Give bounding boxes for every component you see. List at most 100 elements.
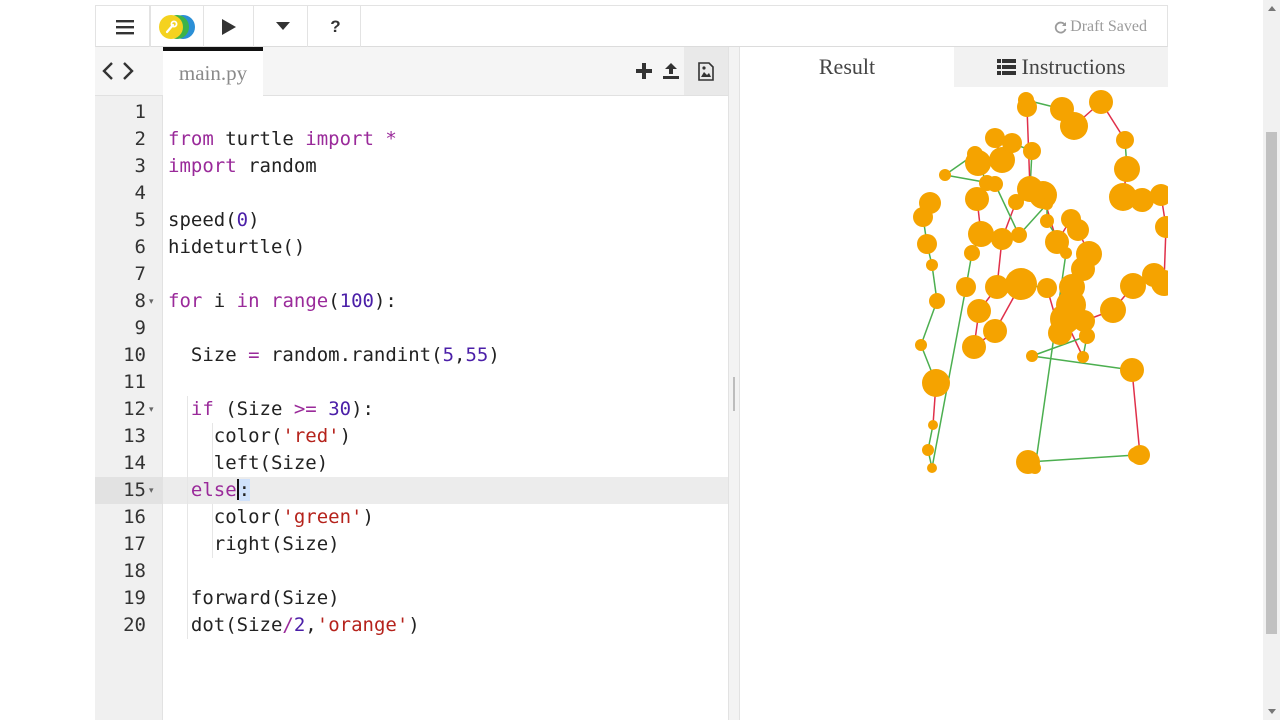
fold-arrow-icon[interactable]: ▾ (149, 288, 159, 315)
turtle-dot (1077, 351, 1089, 363)
turtle-dot (968, 221, 994, 247)
caret-down-icon (275, 22, 290, 30)
code-line[interactable]: else: (163, 477, 728, 504)
turtle-line (1131, 369, 1141, 456)
code-line[interactable]: if (Size >= 30): (163, 396, 728, 423)
code-line[interactable]: color('green') (163, 504, 728, 531)
scroll-down-arrow[interactable] (1263, 703, 1280, 720)
menu-button[interactable] (100, 6, 150, 47)
code-line[interactable]: import random (163, 153, 728, 180)
result-pane: Result Instructions (740, 47, 1168, 720)
turtle-dot (1128, 447, 1144, 463)
turtle-dot (929, 293, 945, 309)
upload-icon (662, 63, 679, 79)
turtle-dot (1005, 268, 1037, 300)
trinket-logo-button[interactable] (150, 6, 204, 47)
code-line[interactable]: from turtle import * (163, 126, 728, 153)
turtle-dot (915, 339, 927, 351)
turtle-dot (1002, 133, 1022, 153)
draft-status: Draft Saved (1054, 18, 1147, 36)
fold-arrow-icon[interactable]: ▾ (149, 477, 159, 504)
code-line[interactable]: speed(0) (163, 207, 728, 234)
chevron-left-icon[interactable] (101, 61, 115, 81)
trinket-app: ? Draft Saved main.py 1 2 3 4 5 6 7 8 ▾ … (95, 5, 1168, 720)
code-line[interactable] (163, 99, 728, 126)
code-line[interactable] (163, 315, 728, 342)
code-line[interactable]: hideturtle() (163, 234, 728, 261)
turtle-dot (985, 275, 1009, 299)
refresh-icon (1054, 21, 1067, 33)
turtle-dot (1130, 188, 1154, 212)
indent-guide (212, 504, 213, 558)
page-scrollbar[interactable] (1263, 0, 1280, 720)
code-area[interactable]: from turtle import * import random speed(0… (163, 96, 728, 720)
turtle-dot (928, 420, 938, 430)
turtle-dot (1100, 297, 1126, 323)
line-number: 19 (123, 587, 146, 609)
code-line[interactable]: for i in range(100): (163, 288, 728, 315)
indent-guide (187, 396, 188, 639)
scroll-up-arrow[interactable] (1263, 0, 1280, 17)
turtle-dot (1060, 112, 1088, 140)
turtle-line (1027, 454, 1137, 463)
run-button[interactable] (204, 6, 254, 47)
tab-result-label: Result (818, 54, 876, 79)
code-line[interactable]: forward(Size) (163, 585, 728, 612)
turtle-dot (1120, 273, 1146, 299)
turtle-dot (1050, 304, 1080, 334)
turtle-dot (1023, 142, 1041, 160)
add-image-button[interactable] (684, 47, 728, 95)
scrollbar-thumb[interactable] (1266, 132, 1277, 634)
help-icon: ? (330, 16, 341, 36)
file-tab-main[interactable]: main.py (163, 47, 263, 96)
line-number-gutter: 1 2 3 4 5 6 7 8 ▾ 9 10 11 12 ▾ 13 14 15 ▾ 16 17 18 19 20 (95, 96, 163, 720)
tab-result[interactable]: Result (740, 47, 954, 87)
page-gutter-left (0, 0, 95, 720)
code-line[interactable] (163, 558, 728, 585)
code-line[interactable] (163, 180, 728, 207)
code-line[interactable] (163, 369, 728, 396)
editor-tabbar: main.py (95, 47, 728, 96)
options-dropdown-button[interactable] (258, 6, 308, 47)
turtle-dot (967, 146, 983, 162)
file-nav-arrows (101, 61, 135, 81)
line-number: 14 (123, 452, 146, 474)
plus-icon (635, 63, 652, 79)
code-line[interactable]: Size = random.randint(5,55) (163, 342, 728, 369)
splitter-grip[interactable] (733, 377, 735, 411)
turtle-dot (922, 444, 934, 456)
code-line[interactable]: dot(Size/2,'orange') (163, 612, 728, 639)
turtle-dot (1026, 350, 1038, 362)
turtle-dot (926, 259, 938, 271)
upload-button[interactable] (657, 47, 684, 95)
turtle-dot (1011, 227, 1027, 243)
line-number: 1 (134, 101, 146, 123)
add-file-button[interactable] (630, 47, 657, 95)
code-line[interactable]: left(Size) (163, 450, 728, 477)
turtle-dot (1040, 214, 1054, 228)
code-line[interactable]: color('red') (163, 423, 728, 450)
turtle-dot (1114, 156, 1140, 182)
tab-instructions[interactable]: Instructions (954, 47, 1168, 87)
code-editor-pane: main.py 1 2 3 4 5 6 7 8 ▾ 9 10 11 12 ▾ 1… (95, 47, 728, 720)
fold-arrow-icon[interactable]: ▾ (149, 396, 159, 423)
code-line[interactable]: right(Size) (163, 531, 728, 558)
code-line[interactable] (163, 261, 728, 288)
turtle-dot (964, 245, 980, 261)
turtle-dot (1120, 358, 1144, 382)
pane-splitter[interactable] (728, 47, 740, 720)
line-number: 11 (123, 371, 146, 393)
turtle-dot (1060, 247, 1072, 259)
list-icon (996, 59, 1016, 75)
play-icon (221, 18, 236, 35)
result-tabs: Result Instructions (740, 47, 1168, 87)
turtle-dot (913, 207, 933, 227)
draft-status-text: Draft Saved (1070, 18, 1147, 35)
chevron-right-icon[interactable] (121, 61, 135, 81)
line-number: 8 (134, 290, 146, 312)
turtle-dot (962, 335, 986, 359)
line-number: 5 (134, 209, 146, 231)
help-button[interactable]: ? (311, 6, 361, 47)
turtle-canvas (740, 87, 1168, 515)
turtle-dot (1067, 219, 1089, 241)
